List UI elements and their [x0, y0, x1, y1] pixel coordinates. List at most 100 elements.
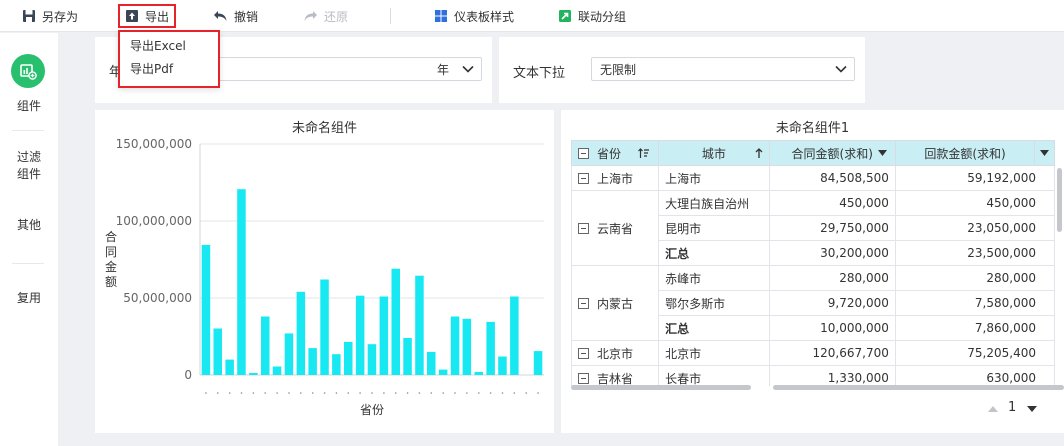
x-tick-mark	[347, 392, 350, 394]
table-row: 上海市 上海市 84,508,500 59,192,000	[571, 165, 1055, 191]
province-cell: 上海市	[571, 165, 660, 191]
chart-bar	[237, 189, 246, 375]
header-contract-amount[interactable]: 合同金额(求和)	[768, 140, 896, 166]
province-label: 内蒙古	[597, 296, 634, 311]
page-down-icon[interactable]	[1027, 406, 1037, 413]
export-pdf-item[interactable]: 导出Pdf	[120, 58, 218, 81]
x-tick-mark	[240, 392, 243, 394]
x-tick-mark	[418, 392, 421, 394]
y-axis-label-char: 金	[105, 259, 117, 274]
sidebar-item-other[interactable]: 其他	[0, 217, 58, 234]
header-city[interactable]: 城市	[658, 140, 770, 166]
collapse-all-icon[interactable]	[578, 147, 589, 159]
city-cell: 北京市	[658, 340, 770, 366]
chart-bar	[367, 344, 377, 375]
text-dropdown-select[interactable]: 无限制	[591, 57, 855, 81]
header-contract-label: 合同金额(求和)	[791, 146, 873, 161]
chart-bar	[332, 354, 341, 375]
chart-bar	[213, 328, 222, 375]
payment-amount-cell: 280,000	[894, 265, 1055, 291]
contract-amount-cell: 9,720,000	[768, 290, 896, 316]
linked-group-button[interactable]: 联动分组	[558, 5, 626, 27]
x-tick-mark	[288, 392, 290, 394]
sort-icon[interactable]	[638, 148, 650, 159]
collapse-icon[interactable]	[578, 222, 589, 234]
sidebar-item-filter-components[interactable]: 过滤 组件	[0, 149, 58, 183]
add-component-icon[interactable]	[11, 54, 45, 88]
chart-bar	[403, 338, 412, 375]
x-tick-mark	[489, 392, 492, 394]
y-axis-label-char: 同	[105, 245, 117, 259]
link-group-icon	[559, 10, 571, 22]
x-tick-mark	[335, 392, 338, 394]
y-tick-label: 150,000,000	[116, 137, 192, 151]
export-menu: 导出Excel 导出Pdf	[118, 30, 220, 88]
save-as-label: 另存为	[42, 9, 79, 24]
chevron-down-icon	[835, 65, 847, 73]
province-label: 上海市	[597, 171, 634, 186]
export-excel-item[interactable]: 导出Excel	[120, 35, 218, 58]
x-tick-mark	[430, 392, 433, 394]
collapse-icon[interactable]	[578, 172, 589, 184]
header-province[interactable]: 省份	[571, 140, 660, 166]
payment-amount-cell: 23,500,000	[894, 240, 1055, 266]
table-row: 内蒙古 赤峰市 280,000 280,000	[571, 265, 1055, 341]
y-tick-label: 50,000,000	[123, 291, 192, 305]
horizontal-scrollbar-right[interactable]	[773, 385, 1064, 390]
toolbar: 另存为 导出 撤销 还原 仪表板样式 联动分组	[0, 0, 1064, 32]
dashboard-style-button[interactable]: 仪表板样式	[434, 5, 514, 27]
chart-bar	[379, 296, 389, 375]
x-tick-mark	[228, 392, 231, 394]
payment-amount-cell: 7,860,000	[894, 315, 1055, 341]
chart-bar	[438, 369, 448, 375]
text-dropdown-value: 无限制	[600, 62, 637, 77]
caret-down-icon[interactable]	[877, 150, 887, 157]
header-payment-label: 回款金额(求和)	[924, 146, 1006, 161]
x-tick-mark	[300, 392, 302, 394]
x-tick-mark	[383, 392, 385, 394]
year-select-value: 年	[436, 62, 449, 77]
x-tick-mark	[311, 392, 314, 394]
x-tick-mark	[264, 392, 266, 394]
province-cell: 北京市	[571, 340, 660, 366]
province-label: 云南省	[597, 221, 634, 236]
collapse-icon[interactable]	[578, 297, 589, 309]
caret-down-icon[interactable]	[1040, 150, 1050, 157]
sidebar-divider	[12, 130, 44, 131]
grid-style-icon	[435, 10, 447, 22]
province-cell: 内蒙古	[571, 265, 660, 341]
province-cell: 吉林省	[571, 365, 660, 386]
page-up-icon[interactable]	[988, 405, 998, 412]
x-tick-mark	[478, 392, 480, 394]
collapse-icon[interactable]	[578, 347, 589, 359]
chart-bar	[201, 244, 211, 375]
x-tick-mark	[276, 392, 278, 394]
y-axis-label-char: 额	[105, 275, 117, 289]
redo-icon	[304, 11, 317, 21]
sidebar-item-reuse[interactable]: 复用	[0, 290, 58, 307]
y-tick-label: 100,000,000	[116, 214, 192, 228]
chart-bar	[391, 268, 400, 375]
vertical-scrollbar[interactable]	[1057, 168, 1062, 232]
city-cell: 汇总	[658, 240, 770, 266]
chart-bar	[225, 359, 234, 375]
chart-bar	[498, 356, 507, 375]
header-payment-amount[interactable]: 回款金额(求和)	[894, 140, 1036, 166]
redo-button[interactable]: 还原	[303, 5, 348, 27]
city-cell: 大理白族自治州	[658, 190, 770, 216]
export-button[interactable]: 导出	[118, 4, 177, 28]
toolbar-divider	[390, 8, 391, 24]
sort-asc-icon[interactable]	[755, 148, 763, 159]
horizontal-scrollbar-left[interactable]	[571, 385, 751, 390]
payment-amount-cell: 59,192,000	[894, 165, 1055, 191]
city-cell: 汇总	[658, 315, 770, 341]
contract-amount-cell: 84,508,500	[768, 165, 896, 191]
sidebar-item-components[interactable]: 组件	[0, 98, 58, 115]
undo-button[interactable]: 撤销	[213, 5, 258, 27]
undo-label: 撤销	[234, 9, 259, 24]
collapse-icon[interactable]	[578, 372, 589, 384]
contract-amount-cell: 29,750,000	[768, 215, 896, 241]
header-city-label: 城市	[701, 146, 726, 161]
save-as-button[interactable]: 另存为	[22, 5, 78, 27]
table-row: 云南省 大理白族自治州 450,000 450,000	[571, 190, 1055, 266]
